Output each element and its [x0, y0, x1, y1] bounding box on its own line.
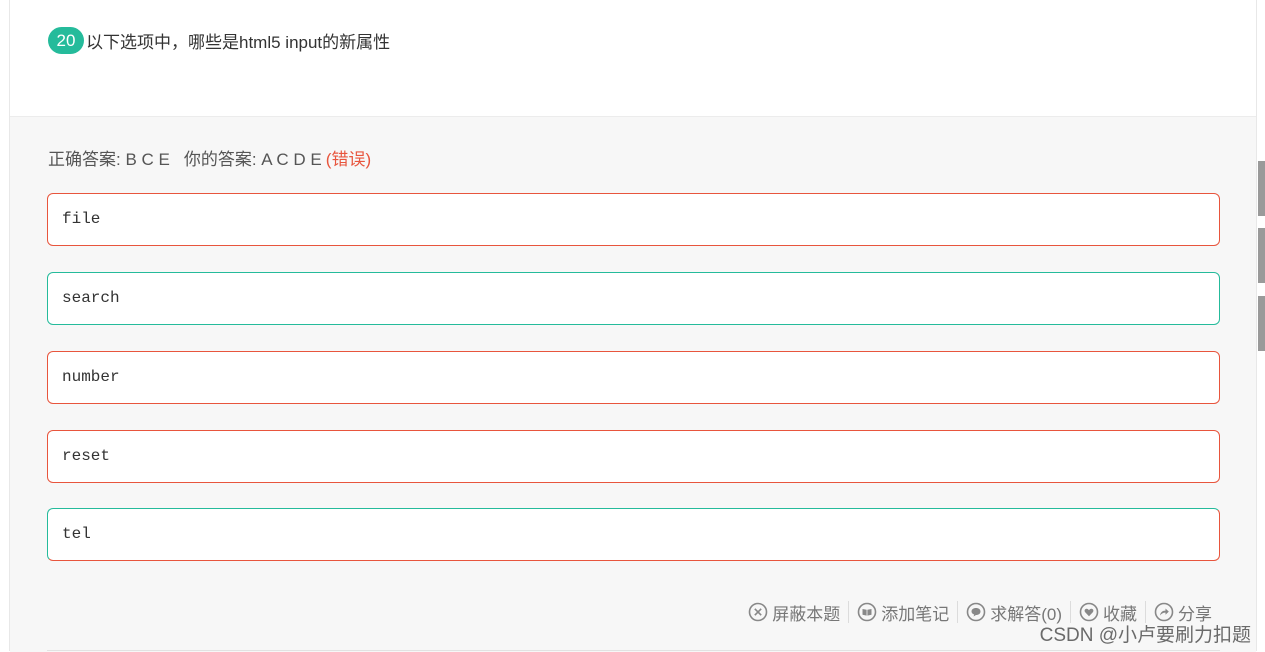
option-text: reset	[62, 447, 111, 465]
answer-panel: 正确答案: B C E 你的答案: A C D E (错误) file search…	[10, 116, 1256, 652]
question-number-badge: 20	[48, 26, 84, 54]
option-a[interactable]: file	[47, 193, 1220, 246]
add-note-button[interactable]: 添加笔记	[849, 600, 957, 625]
option-text: search	[62, 289, 120, 307]
option-text: file	[62, 210, 101, 228]
scrollbar-marker[interactable]	[1258, 228, 1265, 283]
chat-bubble-icon	[966, 602, 986, 622]
book-icon	[857, 602, 877, 622]
block-question-button[interactable]: 屏蔽本题	[740, 600, 848, 625]
close-circle-icon	[748, 602, 768, 622]
answer-status: (错误)	[325, 150, 372, 169]
option-text: tel	[62, 525, 91, 543]
your-answer-label: 你的答案: A C D E	[183, 150, 322, 169]
question-card: 20 以下选项中，哪些是html5 input的新属性 正确答案: B C E 你…	[9, 0, 1257, 652]
option-c[interactable]: number	[47, 351, 1220, 404]
scrollbar-marker[interactable]	[1258, 161, 1265, 216]
question-header: 20 以下选项中，哪些是html5 input的新属性	[48, 26, 390, 54]
option-d[interactable]: reset	[47, 430, 1220, 483]
answer-result: 正确答案: B C E 你的答案: A C D E (错误)	[48, 145, 371, 170]
heart-icon	[1079, 602, 1099, 622]
option-b[interactable]: search	[47, 272, 1220, 325]
watermark: CSDN @小卢要刷力扣题	[1039, 625, 1251, 646]
option-e[interactable]: tel	[47, 508, 1220, 561]
correct-answer-label: 正确答案: B C E	[48, 150, 170, 169]
share-icon	[1154, 602, 1174, 622]
option-text: number	[62, 368, 120, 386]
scrollbar-marker[interactable]	[1258, 296, 1265, 351]
add-note-label: 添加笔记	[881, 604, 950, 624]
question-text: 以下选项中，哪些是html5 input的新属性	[86, 32, 391, 52]
block-question-label: 屏蔽本题	[772, 604, 841, 624]
